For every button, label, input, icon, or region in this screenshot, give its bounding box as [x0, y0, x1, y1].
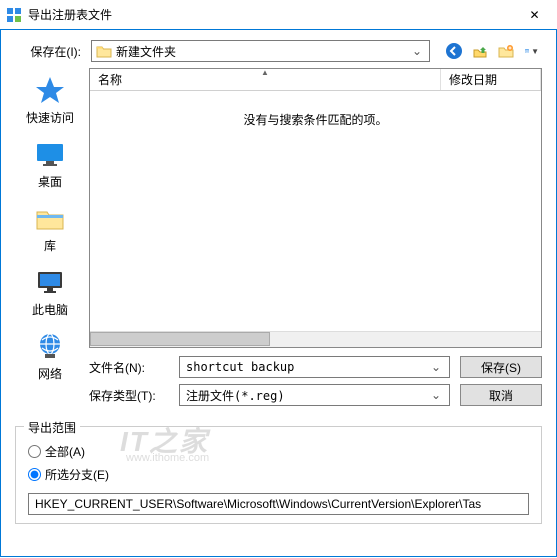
this-pc-icon — [34, 266, 66, 298]
radio-all[interactable]: 全部(A) — [28, 443, 529, 460]
save-button[interactable]: 保存(S) — [460, 356, 542, 378]
libraries-icon — [34, 202, 66, 234]
chevron-down-icon: ▼ — [531, 47, 539, 56]
network-icon — [34, 330, 66, 362]
main-area: 快速访问 桌面 库 此电脑 — [15, 68, 542, 348]
save-in-value: 新建文件夹 — [116, 43, 409, 60]
chevron-down-icon: ⌄ — [429, 360, 443, 374]
places-bar: 快速访问 桌面 库 此电脑 — [15, 68, 85, 348]
dialog-body: 保存在(I): 新建文件夹 ⌄ ▼ — [0, 30, 557, 557]
column-header-date[interactable]: 修改日期 — [441, 69, 541, 90]
quick-access-icon — [34, 74, 66, 106]
up-button[interactable] — [470, 41, 490, 61]
save-in-combo[interactable]: 新建文件夹 ⌄ — [91, 40, 430, 62]
close-button[interactable]: ✕ — [512, 1, 557, 29]
radio-selected[interactable]: 所选分支(E) — [28, 466, 529, 483]
filename-combo[interactable]: shortcut backup ⌄ — [179, 356, 450, 378]
filetype-row: 保存类型(T): 注册文件(*.reg) ⌄ 取消 — [89, 384, 542, 406]
radio-all-label: 全部(A) — [45, 443, 85, 460]
titlebar: 导出注册表文件 ✕ — [0, 0, 557, 30]
place-quick-access[interactable]: 快速访问 — [20, 74, 80, 126]
scrollbar-thumb[interactable] — [90, 332, 270, 346]
nav-toolbar: ▼ — [444, 41, 542, 61]
app-icon — [6, 7, 22, 23]
window-title: 导出注册表文件 — [28, 6, 512, 23]
desktop-icon — [34, 138, 66, 170]
empty-message: 没有与搜索条件匹配的项。 — [243, 111, 387, 128]
filename-area: 文件名(N): shortcut backup ⌄ 保存(S) 保存类型(T):… — [89, 356, 542, 412]
export-range-legend: 导出范围 — [24, 419, 80, 436]
place-label: 桌面 — [38, 173, 62, 190]
horizontal-scrollbar[interactable] — [90, 331, 541, 347]
chevron-down-icon: ⌄ — [409, 44, 425, 58]
col-name-label: 名称 — [98, 71, 122, 88]
filename-row: 文件名(N): shortcut backup ⌄ 保存(S) — [89, 356, 542, 378]
radio-selected-input[interactable] — [28, 468, 41, 481]
back-button[interactable] — [444, 41, 464, 61]
column-header-name[interactable]: ▲ 名称 — [90, 69, 441, 90]
place-label: 网络 — [38, 365, 62, 382]
place-label: 此电脑 — [32, 301, 68, 318]
new-folder-button[interactable] — [496, 41, 516, 61]
close-icon: ✕ — [529, 8, 539, 22]
radio-all-input[interactable] — [28, 445, 41, 458]
filetype-value: 注册文件(*.reg) — [186, 387, 429, 404]
chevron-down-icon: ⌄ — [429, 388, 443, 402]
view-menu-button[interactable]: ▼ — [522, 41, 542, 61]
file-list: ▲ 名称 修改日期 没有与搜索条件匹配的项。 — [89, 68, 542, 348]
folder-icon — [96, 44, 112, 58]
place-desktop[interactable]: 桌面 — [20, 138, 80, 190]
filename-label: 文件名(N): — [89, 359, 169, 376]
filetype-label: 保存类型(T): — [89, 387, 169, 404]
place-label: 快速访问 — [26, 109, 74, 126]
cancel-button[interactable]: 取消 — [460, 384, 542, 406]
radio-selected-label: 所选分支(E) — [45, 466, 109, 483]
save-in-label: 保存在(I): — [15, 43, 85, 60]
branch-path-input[interactable] — [28, 493, 529, 515]
file-list-body: 没有与搜索条件匹配的项。 — [90, 91, 541, 331]
filetype-combo[interactable]: 注册文件(*.reg) ⌄ — [179, 384, 450, 406]
place-label: 库 — [44, 237, 56, 254]
place-network[interactable]: 网络 — [20, 330, 80, 382]
sort-asc-icon: ▲ — [261, 68, 269, 77]
file-list-header: ▲ 名称 修改日期 — [90, 69, 541, 91]
export-range-group: 导出范围 全部(A) 所选分支(E) — [15, 426, 542, 524]
place-libraries[interactable]: 库 — [20, 202, 80, 254]
col-date-label: 修改日期 — [449, 71, 497, 88]
filename-value: shortcut backup — [186, 360, 429, 374]
save-in-row: 保存在(I): 新建文件夹 ⌄ ▼ — [15, 40, 542, 62]
place-this-pc[interactable]: 此电脑 — [20, 266, 80, 318]
